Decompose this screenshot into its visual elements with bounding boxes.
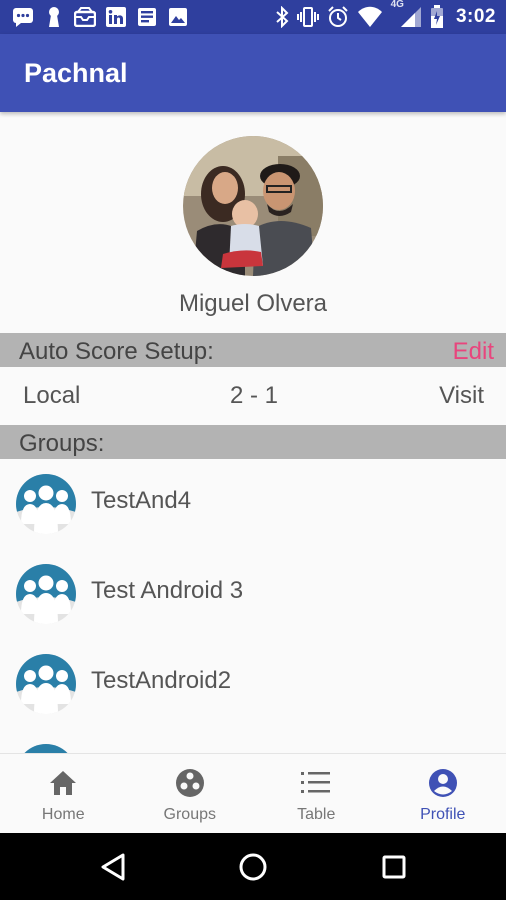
auto-score-header-label: Auto Score Setup:	[19, 338, 214, 365]
profile-icon	[428, 768, 458, 798]
app-bar: Pachnal	[0, 34, 506, 112]
nav-groups-label: Groups	[163, 806, 216, 823]
notification-icons	[12, 6, 189, 28]
bottom-navigation: Home Groups Table Profile	[0, 753, 506, 833]
nav-table-label: Table	[297, 806, 336, 823]
recents-icon[interactable]	[378, 851, 410, 883]
vibrate-icon	[296, 7, 319, 27]
nav-table[interactable]: Table	[253, 754, 380, 833]
table-icon	[301, 768, 331, 798]
profile-avatar[interactable]	[183, 136, 323, 276]
battery-icon	[430, 5, 443, 28]
group-name: Test Android 3	[91, 577, 244, 604]
linkedin-icon	[105, 6, 127, 28]
nav-profile-label: Profile	[420, 806, 466, 823]
keyhole-icon	[43, 6, 65, 28]
nav-home-label: Home	[41, 806, 85, 823]
nav-home[interactable]: Home	[0, 754, 127, 833]
group-avatar-icon	[16, 564, 76, 624]
groups-header-label: Groups:	[19, 430, 105, 457]
back-icon[interactable]	[98, 851, 130, 883]
groups-icon	[175, 768, 205, 798]
system-status-icons: 4G 3:02	[275, 0, 496, 34]
group-list-item[interactable]: TestAndroid2	[0, 640, 506, 730]
groups-header: Groups:	[0, 425, 506, 459]
group-avatar-icon	[16, 474, 76, 534]
alarm-icon	[327, 6, 348, 27]
photo-icon	[167, 6, 189, 28]
system-navigation-bar	[0, 833, 506, 900]
bluetooth-icon	[275, 6, 289, 28]
group-avatar-icon	[16, 654, 76, 714]
wifi-icon	[357, 6, 382, 27]
home-button-icon[interactable]	[237, 851, 269, 883]
visit-label: Visit	[439, 382, 484, 409]
group-list-item[interactable]: TestAnd4	[0, 460, 506, 550]
status-bar: 4G 3:02	[0, 0, 506, 34]
group-name: TestAndroid2	[91, 667, 232, 694]
group-name: TestAnd4	[91, 487, 192, 514]
auto-score-header: Auto Score Setup: Edit	[0, 333, 506, 367]
inbox-icon	[74, 6, 96, 28]
messages-icon	[12, 6, 34, 28]
user-name: Miguel Olvera	[178, 290, 328, 317]
news-icon	[136, 6, 158, 28]
local-label: Local	[23, 382, 81, 409]
clock-time: 3:02	[455, 6, 496, 27]
group-list-item[interactable]: Test Android 3	[0, 550, 506, 640]
home-icon	[48, 768, 78, 798]
nav-groups[interactable]: Groups	[127, 754, 254, 833]
score-value: 2 - 1	[230, 382, 279, 409]
network-type-label: 4G	[390, 0, 404, 10]
profile-photo	[183, 136, 323, 276]
edit-button[interactable]: Edit	[453, 338, 494, 366]
auto-score-row: Local 2 - 1 Visit	[0, 366, 506, 424]
app-title: Pachnal	[24, 58, 128, 88]
nav-profile[interactable]: Profile	[380, 754, 506, 833]
